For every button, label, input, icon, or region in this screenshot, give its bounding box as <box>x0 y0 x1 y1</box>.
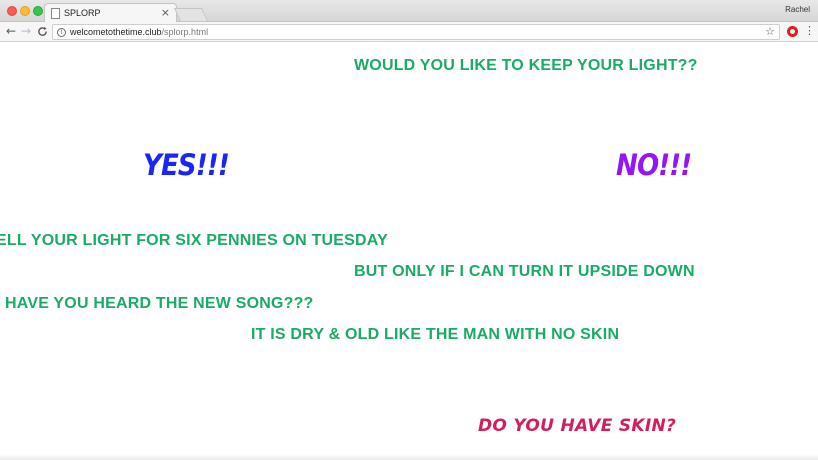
browser-toolbar: ← → i welcometothetime.club/splorp.html … <box>0 22 818 42</box>
window-maximize-button[interactable] <box>33 6 43 16</box>
reload-icon[interactable] <box>37 24 48 41</box>
marquee-line-1: ELL YOUR LIGHT FOR SIX PENNIES ON TUESDA… <box>0 232 388 249</box>
tab-strip: SPLORP × Rachel <box>0 0 818 23</box>
browser-tab[interactable]: SPLORP × <box>44 3 177 23</box>
url-text: welcometothetime.club/splorp.html <box>70 27 208 37</box>
menu-icon[interactable]: ⋮ <box>804 24 815 38</box>
profile-name[interactable]: Rachel <box>785 5 810 14</box>
page-content: WOULD YOU LIKE TO KEEP YOUR LIGHT?? YES!… <box>0 42 818 460</box>
window-minimize-button[interactable] <box>20 6 30 16</box>
site-info-icon[interactable]: i <box>57 28 66 37</box>
yes-link[interactable]: YES!!! <box>143 148 230 182</box>
marquee-line-2: BUT ONLY IF I CAN TURN IT UPSIDE DOWN <box>354 263 695 280</box>
opera-extension-icon[interactable] <box>787 26 798 37</box>
marquee-line-4: IT IS DRY & OLD LIKE THE MAN WITH NO SKI… <box>251 326 620 343</box>
new-tab-button[interactable] <box>173 8 209 21</box>
skin-question-link[interactable]: DO YOU HAVE SKIN? <box>478 416 676 436</box>
tab-title: SPLORP <box>64 8 101 18</box>
bookmark-star-icon[interactable]: ☆ <box>765 25 775 39</box>
back-arrow-icon[interactable]: ← <box>6 24 16 39</box>
url-path: /splorp.html <box>161 27 209 37</box>
url-host: welcometothetime.club <box>70 27 162 37</box>
page-icon <box>51 8 60 19</box>
window-close-button[interactable] <box>7 6 17 16</box>
forward-arrow-icon[interactable]: → <box>21 24 31 39</box>
address-bar[interactable]: i welcometothetime.club/splorp.html ☆ <box>52 24 780 40</box>
no-link[interactable]: NO!!! <box>616 148 692 182</box>
marquee-line-3: HAVE YOU HEARD THE NEW SONG??? <box>5 295 314 312</box>
keep-light-question: WOULD YOU LIKE TO KEEP YOUR LIGHT?? <box>354 57 698 74</box>
tab-close-icon[interactable]: × <box>161 6 170 20</box>
bottom-edge-shadow <box>0 454 818 460</box>
